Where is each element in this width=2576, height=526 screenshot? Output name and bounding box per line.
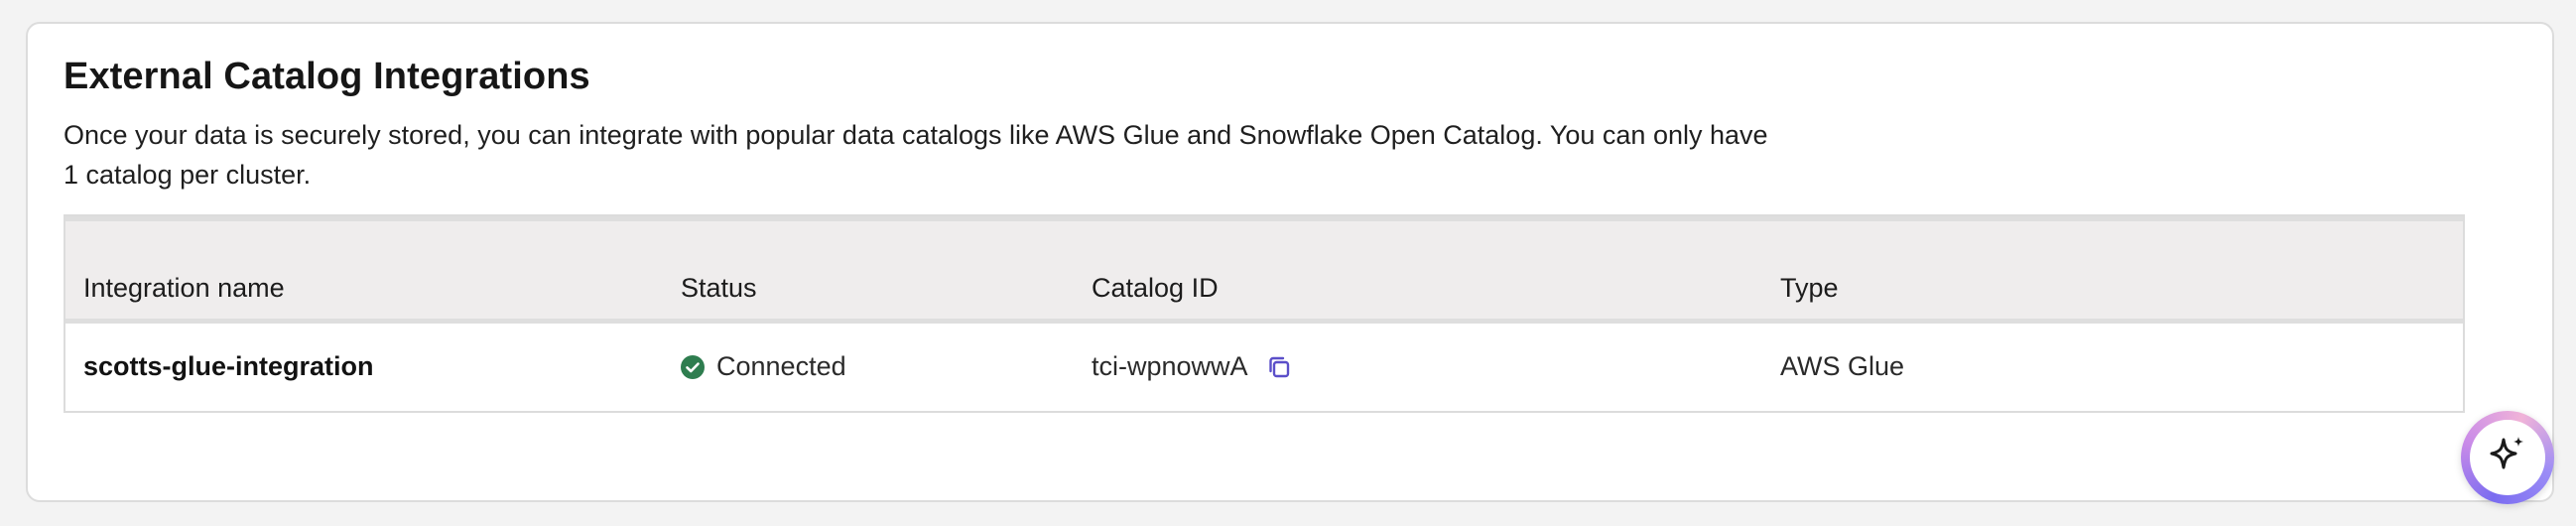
integrations-table: Integration name Status Catalog ID Type … [64, 214, 2465, 413]
column-header-status[interactable]: Status [681, 273, 757, 304]
column-header-catalog-id[interactable]: Catalog ID [1092, 273, 1219, 304]
table-header: Integration name Status Catalog ID Type [65, 216, 2463, 324]
type-cell: AWS Glue [1780, 351, 1905, 381]
copy-icon[interactable] [1264, 352, 1294, 382]
table-row[interactable]: scotts-glue-integration Connected tci-wp… [65, 324, 2463, 411]
integration-name-cell[interactable]: scotts-glue-integration [83, 351, 374, 382]
sparkle-icon [2484, 432, 2531, 484]
column-header-integration-name[interactable]: Integration name [83, 273, 285, 304]
status-text: Connected [716, 351, 846, 381]
column-header-type[interactable]: Type [1780, 273, 1839, 304]
section-title: External Catalog Integrations [64, 56, 590, 97]
assistant-button[interactable] [2461, 411, 2554, 504]
catalog-id-text: tci-wpnowwA [1092, 351, 1248, 381]
section-description: Once your data is securely stored, you c… [64, 120, 1768, 190]
catalog-id-cell: tci-wpnowwA [1092, 351, 1294, 382]
check-circle-icon [681, 354, 705, 379]
status-cell: Connected [681, 351, 846, 382]
assistant-button-inner [2470, 420, 2545, 495]
